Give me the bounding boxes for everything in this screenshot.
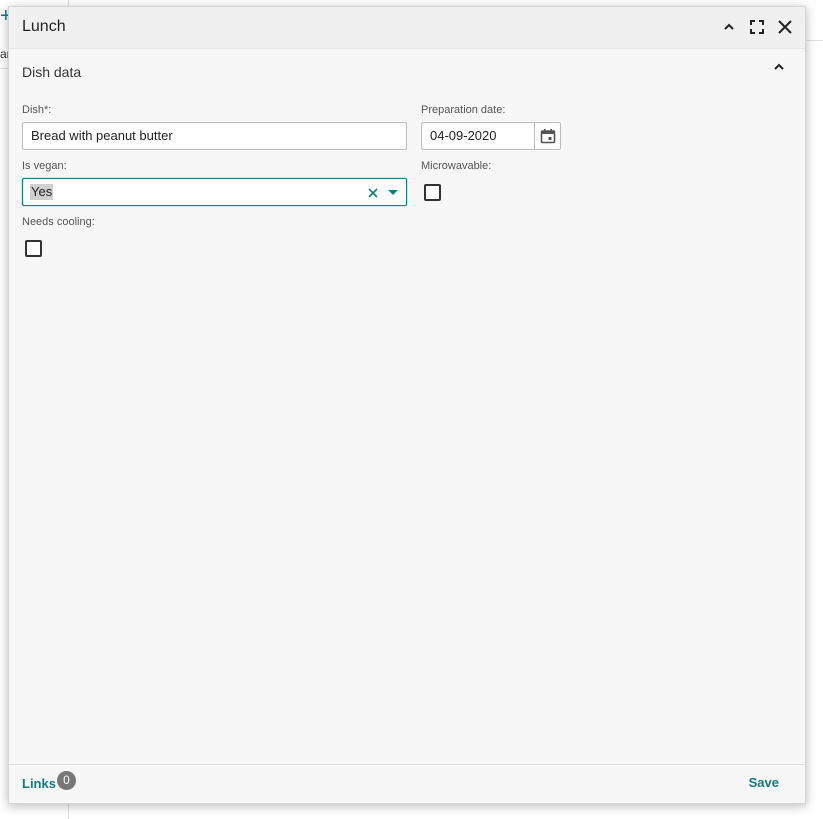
section-collapse-button[interactable] xyxy=(771,59,787,75)
lunch-dialog: Lunch Dish data Dish*: Bread with peanut… xyxy=(8,6,806,804)
links-button[interactable]: Links xyxy=(22,776,56,791)
chevron-up-icon xyxy=(774,63,784,70)
collapse-dialog-button[interactable] xyxy=(720,18,738,36)
close-dialog-button[interactable] xyxy=(776,18,794,36)
chevron-up-icon xyxy=(724,23,734,30)
save-button[interactable]: Save xyxy=(749,775,779,790)
needs-cooling-checkbox[interactable] xyxy=(25,240,42,257)
dish-input[interactable]: Bread with peanut butter xyxy=(22,122,407,150)
is-vegan-selected-value: Yes xyxy=(30,184,54,200)
is-vegan-label: Is vegan: xyxy=(22,160,67,172)
is-vegan-select[interactable]: Yes xyxy=(22,178,407,206)
microwavable-label: Microwavable: xyxy=(421,160,492,172)
dialog-title: Lunch xyxy=(22,18,66,35)
dialog-titlebar: Lunch xyxy=(9,7,805,49)
dialog-footer: Links 0 Save xyxy=(9,764,805,803)
dish-label: Dish*: xyxy=(22,104,52,116)
maximize-icon xyxy=(750,20,764,34)
preparation-date-input[interactable]: 04-09-2020 xyxy=(421,122,535,150)
dropdown-caret-icon[interactable] xyxy=(388,190,398,195)
needs-cooling-label: Needs cooling: xyxy=(22,216,95,228)
clear-icon xyxy=(368,188,378,198)
preparation-date-label: Preparation date: xyxy=(421,104,506,116)
microwavable-checkbox[interactable] xyxy=(424,184,441,201)
clear-selection-button[interactable] xyxy=(367,186,379,198)
calendar-icon xyxy=(540,129,556,144)
date-picker-button[interactable] xyxy=(534,122,561,150)
links-count-badge: 0 xyxy=(57,771,76,790)
maximize-dialog-button[interactable] xyxy=(748,18,766,36)
close-icon xyxy=(778,20,792,34)
section-title: Dish data xyxy=(22,64,82,80)
